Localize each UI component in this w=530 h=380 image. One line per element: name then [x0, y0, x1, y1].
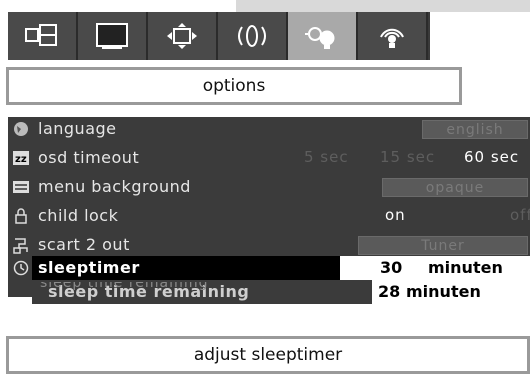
picture-layout-icon: [25, 24, 57, 46]
sleep-remaining-value: 28: [378, 282, 401, 301]
menu-row-scart2[interactable]: scart 2 out Tuner: [8, 233, 530, 257]
scart2-label: scart 2 out: [38, 235, 130, 254]
menu-row-osd-timeout[interactable]: zz osd timeout 5 sec 15 sec 60 sec: [8, 146, 530, 170]
menu-row-child-lock[interactable]: child lock on off: [8, 204, 530, 228]
options-menu-panel: language english zz osd timeout 5 sec 15…: [8, 117, 530, 304]
scart-connector-icon: [12, 236, 30, 254]
osd-option-15sec[interactable]: 15 sec: [380, 148, 435, 166]
tab-options[interactable]: [288, 12, 358, 60]
tab-antenna[interactable]: [358, 12, 428, 60]
menu-list-icon: [12, 178, 30, 196]
menu-background-label: menu background: [38, 177, 191, 196]
top-strip: [236, 0, 530, 12]
page-title: options: [6, 67, 462, 105]
clock-icon: [12, 259, 30, 277]
picture-size-icon: [167, 23, 197, 49]
tab-picture-size[interactable]: [148, 12, 218, 60]
menu-tab-bar: [8, 12, 430, 60]
child-lock-option-on[interactable]: on: [385, 206, 406, 224]
tab-screen[interactable]: [78, 12, 148, 60]
sleeptimer-label: sleeptimer: [38, 258, 140, 277]
tab-picture-layout[interactable]: [8, 12, 78, 60]
ghost-remaining-text: sleep time remaining: [40, 282, 209, 291]
screen-icon: [96, 23, 128, 49]
child-lock-label: child lock: [38, 206, 119, 225]
menu-row-menu-background[interactable]: menu background opaque: [8, 175, 530, 199]
language-value[interactable]: english: [422, 120, 528, 139]
help-hint: adjust sleeptimer: [6, 336, 530, 374]
sleep-zz-icon: zz: [12, 149, 30, 167]
language-label: language: [38, 119, 117, 138]
menu-row-sleeptimer[interactable]: sleeptimer 30 minuten: [8, 256, 530, 280]
sleeptimer-unit: minuten: [428, 258, 503, 277]
scart2-value[interactable]: Tuner: [358, 236, 528, 255]
child-lock-option-off[interactable]: off: [510, 206, 530, 224]
osd-timeout-label: osd timeout: [38, 148, 140, 167]
osd-option-5sec[interactable]: 5 sec: [304, 148, 349, 166]
sleep-remaining-unit: minuten: [406, 282, 481, 301]
lock-icon: [12, 207, 30, 225]
options-icon: [305, 27, 335, 49]
globe-icon: [12, 120, 30, 138]
antenna-icon: [380, 28, 404, 48]
menu-row-language[interactable]: language english: [8, 117, 530, 141]
tv-menu-screen: options language english zz osd timeout …: [0, 0, 530, 380]
sound-icon: [238, 25, 266, 47]
menu-background-value[interactable]: opaque: [382, 178, 528, 197]
svg-text:zz: zz: [15, 154, 27, 165]
sleeptimer-value[interactable]: 30: [380, 258, 402, 277]
osd-option-60sec[interactable]: 60 sec: [464, 148, 519, 166]
tab-sound[interactable]: [218, 12, 288, 60]
